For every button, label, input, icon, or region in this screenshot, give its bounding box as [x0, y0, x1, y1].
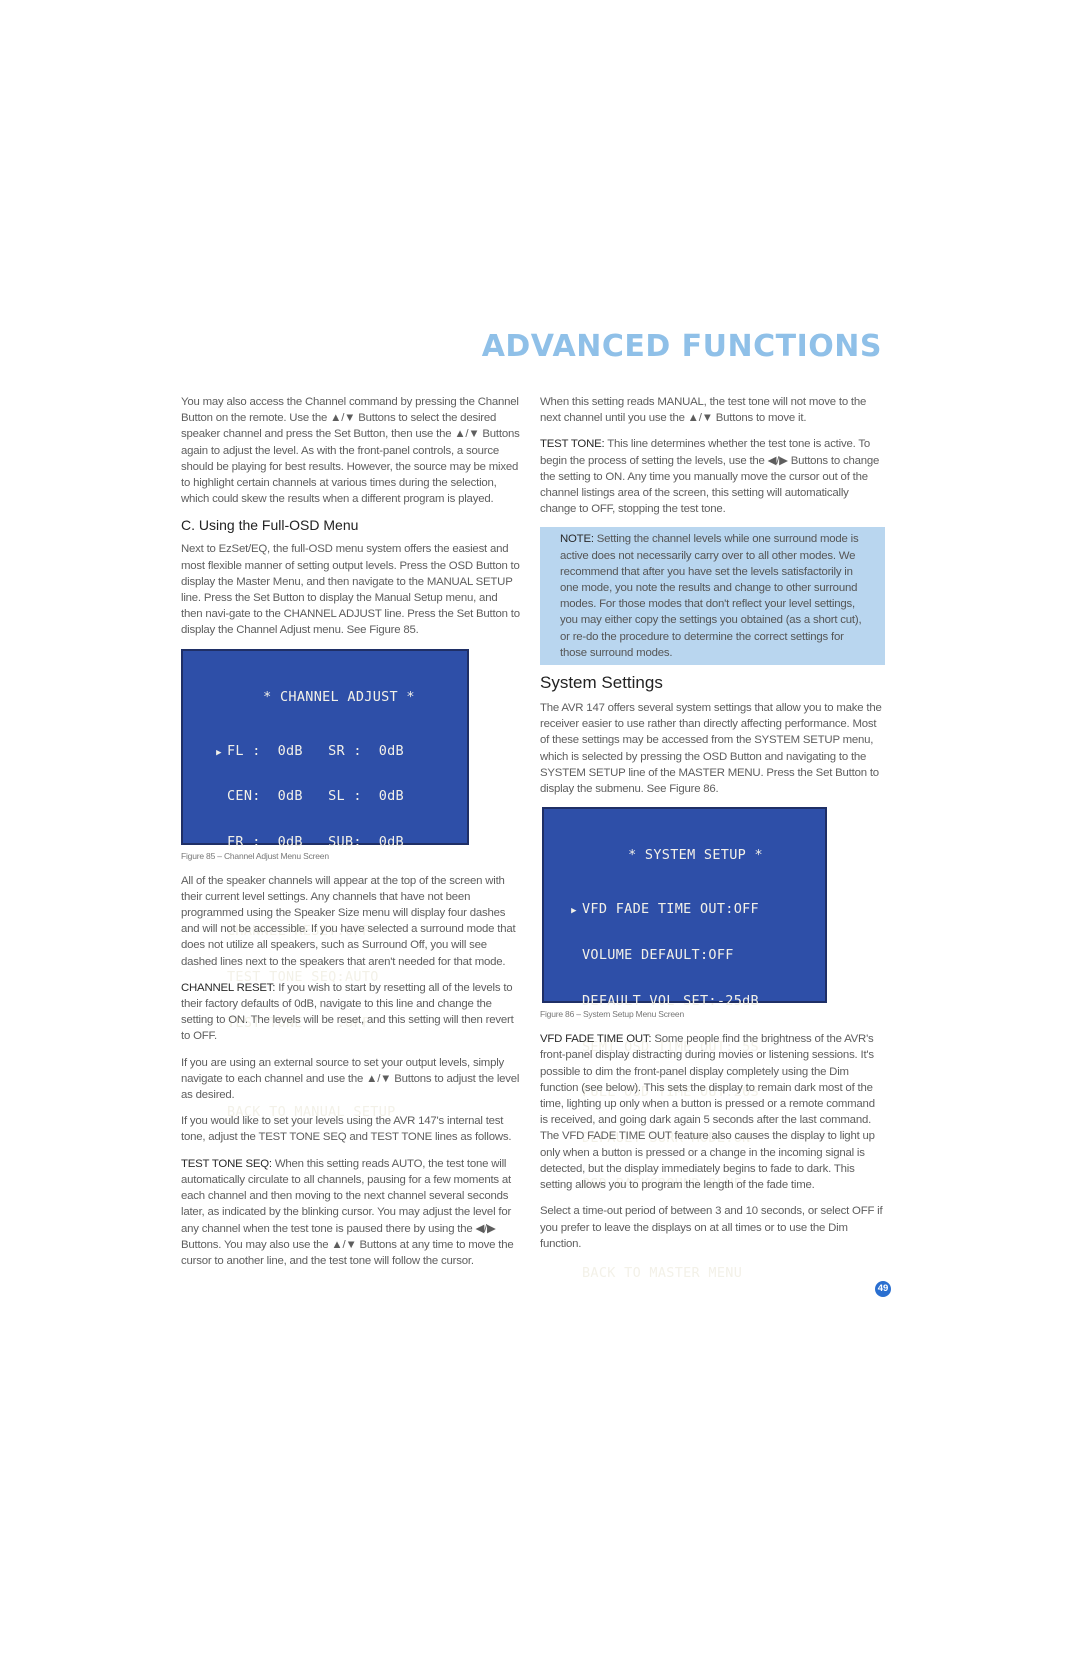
page-title: ADVANCED FUNCTIONS	[481, 329, 882, 364]
paragraph: If you would like to set your levels usi…	[181, 1115, 512, 1144]
paragraph: You may also access the Channel command …	[181, 396, 520, 506]
lead-term: CHANNEL RESET:	[181, 981, 276, 994]
osd-row: VOLUME DEFAULT:OFF	[566, 948, 825, 965]
note-box: NOTE: Setting the channel levels while o…	[540, 527, 885, 666]
paragraph: The AVR 147 offers several system settin…	[540, 702, 882, 796]
paragraph: If you are using an external source to s…	[181, 1056, 520, 1102]
osd-row-text: CEN: 0dB SL : 0dB	[227, 788, 404, 805]
paragraph: CHANNEL RESET: If you wish to start by r…	[181, 980, 521, 1045]
osd-row-text: VFD FADE TIME OUT:OFF	[582, 901, 759, 918]
osd-row: ▶ FL : 0dB SR : 0dB	[211, 742, 467, 761]
note-text: NOTE: Setting the channel levels while o…	[560, 531, 873, 661]
page-number-badge: 49	[875, 1281, 891, 1297]
lead-term: TEST TONE:	[540, 438, 605, 451]
osd-row: FR : 0dB SUB: 0dB	[211, 835, 467, 852]
osd-row-text: FL : 0dB SR : 0dB	[227, 742, 404, 759]
paragraph: TEST TONE SEQ: When this setting reads A…	[181, 1156, 521, 1269]
osd-row: DEFAULT VOL SET:-25dB	[566, 992, 825, 1011]
paragraph: TEST TONE: This line determines whether …	[540, 436, 885, 517]
osd-row-text: DEFAULT VOL SET:-25dB	[582, 992, 759, 1009]
paragraph-text: Some people find the brightness of the A…	[540, 1033, 875, 1192]
osd-row: ▶ VFD FADE TIME OUT:OFF	[566, 902, 825, 919]
system-setup-screen: * SYSTEM SETUP * ▶ VFD FADE TIME OUT:OFF …	[542, 807, 827, 1280]
paragraph: When this setting reads MANUAL, the test…	[540, 396, 867, 425]
lead-term: TEST TONE SEQ:	[181, 1157, 272, 1170]
right-column: When this setting reads MANUAL, the test…	[540, 394, 885, 1280]
channel-adjust-screen: * CHANNEL ADJUST * ▶ FL : 0dB SR : 0dB CE…	[181, 648, 469, 1119]
subheading: C. Using the Full-OSD Menu	[181, 517, 359, 534]
paragraph-text: When this setting reads AUTO, the test t…	[181, 1157, 514, 1267]
figure-caption: Figure 85 – Channel Adjust Menu Screen	[181, 850, 329, 861]
paragraph: VFD FADE TIME OUT: Some people find the …	[540, 1031, 885, 1193]
cursor-icon: ▶	[571, 906, 577, 917]
paragraph: Select a time-out period of between 3 an…	[540, 1205, 883, 1250]
osd-row-text: FR : 0dB SUB: 0dB	[227, 834, 404, 851]
cursor-icon: ▶	[216, 747, 222, 758]
lead-term: VFD FADE TIME OUT:	[540, 1033, 652, 1046]
paragraph-text: Setting the channel levels while one sur…	[560, 533, 862, 659]
figure-caption: Figure 86 – System Setup Menu Screen	[540, 1009, 684, 1020]
paragraph: All of the speaker channels will appear …	[181, 874, 516, 968]
osd-header: * SYSTEM SETUP *	[628, 847, 763, 864]
osd-back: BACK TO MASTER MENU	[582, 1264, 743, 1281]
osd-header: * CHANNEL ADJUST *	[263, 688, 415, 705]
osd-row: CEN: 0dB SL : 0dB	[211, 789, 467, 806]
osd-row: BACK TO MASTER MENU	[566, 1266, 825, 1283]
osd-row-text: VOLUME DEFAULT:OFF	[582, 947, 734, 964]
section-heading: System Settings	[540, 673, 663, 693]
paragraph: Next to EzSet/EQ, the full-OSD menu syst…	[181, 543, 520, 637]
note-label: NOTE:	[560, 533, 594, 546]
left-column: You may also access the Channel command …	[181, 394, 521, 1279]
